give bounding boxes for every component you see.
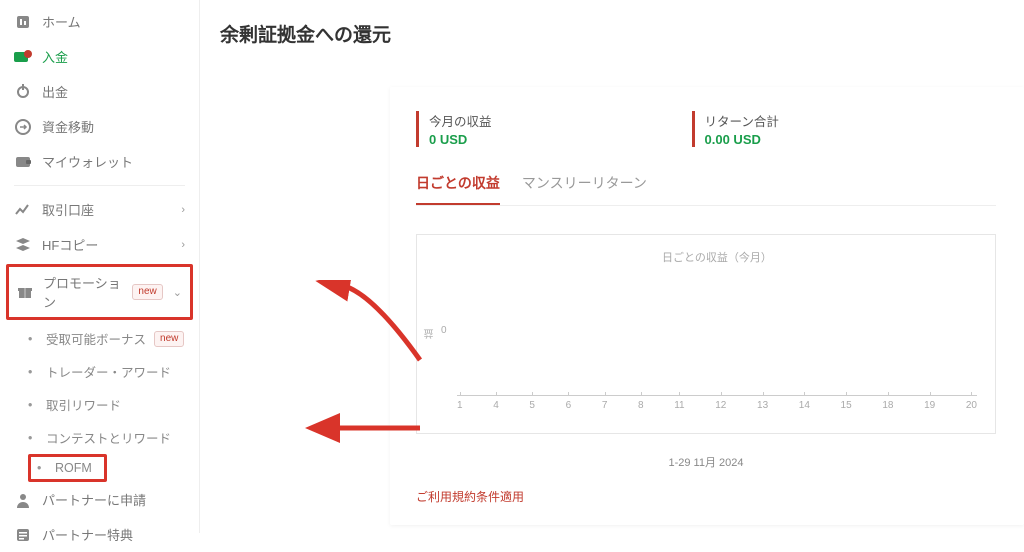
chart-x-tick: 12	[715, 400, 726, 411]
nav-label: パートナー特典	[42, 525, 133, 544]
nav-transfer[interactable]: 資金移動	[0, 109, 199, 144]
terms-link[interactable]: ご利用規約条件適用	[416, 488, 996, 505]
gift-icon	[17, 283, 33, 301]
page-title: 余剰証拠金への還元	[220, 20, 1024, 47]
new-badge: new	[154, 331, 184, 347]
highlight-rofm: ROFM	[22, 454, 199, 482]
layers-icon	[14, 236, 32, 254]
chart-x-tick: 18	[882, 400, 893, 411]
sub-contest[interactable]: コンテストとリワード	[22, 421, 199, 454]
main-content: 余剰証拠金への還元 今月の収益 0 USD リターン合計 0.00 USD 日ご…	[200, 0, 1024, 533]
wallet-icon	[14, 153, 32, 171]
nav-label: 入金	[42, 47, 68, 66]
tabs: 日ごとの収益 マンスリーリターン	[416, 173, 996, 206]
sub-label: ROFM	[55, 461, 92, 475]
chart-x-tick: 4	[493, 400, 499, 411]
summary-card: 今月の収益 0 USD リターン合計 0.00 USD 日ごとの収益 マンスリー…	[390, 87, 1024, 525]
chart-x-tick: 15	[841, 400, 852, 411]
chart-x-tick: 5	[529, 400, 535, 411]
earnings-chart: 日ごとの収益（今月） 益 0 1456781112131415181920	[416, 234, 996, 434]
nav-label: 資金移動	[42, 117, 94, 136]
nav-label: HFコピー	[42, 235, 98, 254]
nav-withdraw[interactable]: 出金	[0, 74, 199, 109]
nav-wallet[interactable]: マイウォレット	[0, 144, 199, 179]
nav-accounts[interactable]: 取引口座 ›	[0, 192, 199, 227]
sub-rofm[interactable]: ROFM	[31, 457, 98, 479]
stat-label: リターン合計	[705, 111, 779, 130]
stat-monthly-earnings: 今月の収益 0 USD	[416, 111, 492, 147]
chevron-down-icon: ⌄	[173, 286, 182, 299]
sub-label: 取引リワード	[46, 395, 121, 414]
chart-x-tick: 6	[566, 400, 572, 411]
chart-x-axis: 1456781112131415181920	[457, 395, 977, 411]
sub-reward[interactable]: 取引リワード	[22, 388, 199, 421]
highlight-promotion: プロモーション new ⌄	[6, 264, 193, 320]
sub-label: トレーダー・アワード	[46, 362, 171, 381]
stats-row: 今月の収益 0 USD リターン合計 0.00 USD	[416, 111, 996, 147]
chart-x-tick: 11	[674, 400, 684, 411]
chevron-right-icon: ›	[181, 204, 185, 216]
chart-x-tick: 14	[799, 400, 810, 411]
chart-x-tick: 19	[924, 400, 935, 411]
nav-label: マイウォレット	[42, 152, 133, 171]
chart-y-label: 益	[423, 329, 438, 339]
divider	[14, 185, 185, 186]
sub-award[interactable]: トレーダー・アワード	[22, 355, 199, 388]
nav-partner-benefit[interactable]: パートナー特典	[0, 517, 199, 552]
stat-total-return: リターン合計 0.00 USD	[692, 111, 779, 147]
user-icon	[14, 491, 32, 509]
nav-home[interactable]: ホーム	[0, 4, 199, 39]
tab-daily-earnings[interactable]: 日ごとの収益	[416, 173, 500, 205]
chart-x-tick: 8	[638, 400, 644, 411]
chart-x-caption: 1-29 11月 2024	[416, 454, 996, 470]
chart-y-tick: 0	[441, 325, 447, 336]
stat-label: 今月の収益	[429, 111, 492, 130]
chart-icon	[14, 201, 32, 219]
promotion-submenu: 受取可能ボーナス new トレーダー・アワード 取引リワード コンテストとリワー…	[0, 322, 199, 482]
chart-x-tick: 1	[457, 400, 463, 411]
chart-x-tick: 7	[602, 400, 608, 411]
chevron-right-icon: ›	[181, 239, 185, 251]
nav-label: 出金	[42, 82, 68, 101]
nav-promotion[interactable]: プロモーション new ⌄	[9, 267, 190, 317]
nav-deposit[interactable]: 入金	[0, 39, 199, 74]
chart-x-tick: 20	[966, 400, 977, 411]
deposit-icon	[14, 48, 32, 66]
sub-label: コンテストとリワード	[46, 428, 171, 447]
transfer-icon	[14, 118, 32, 136]
new-badge: new	[132, 284, 162, 300]
nav-partner-apply[interactable]: パートナーに申請	[0, 482, 199, 517]
sidebar: ホーム 入金 出金 資金移動 マイウォレット 取引口座 › HFコピー › プロ…	[0, 0, 200, 533]
chart-x-tick: 13	[757, 400, 768, 411]
nav-label: プロモーション	[43, 273, 122, 311]
stat-value: 0 USD	[429, 132, 492, 147]
stat-value: 0.00 USD	[705, 132, 779, 147]
list-icon	[14, 526, 32, 544]
nav-label: ホーム	[42, 12, 81, 31]
withdraw-icon	[14, 83, 32, 101]
nav-hfcopy[interactable]: HFコピー ›	[0, 227, 199, 262]
nav-label: パートナーに申請	[42, 490, 146, 509]
sub-label: 受取可能ボーナス	[46, 329, 146, 348]
chart-title: 日ごとの収益（今月）	[457, 249, 977, 265]
sub-bonus[interactable]: 受取可能ボーナス new	[22, 322, 199, 355]
home-icon	[14, 13, 32, 31]
tab-monthly-return[interactable]: マンスリーリターン	[522, 173, 647, 205]
nav-label: 取引口座	[42, 200, 94, 219]
